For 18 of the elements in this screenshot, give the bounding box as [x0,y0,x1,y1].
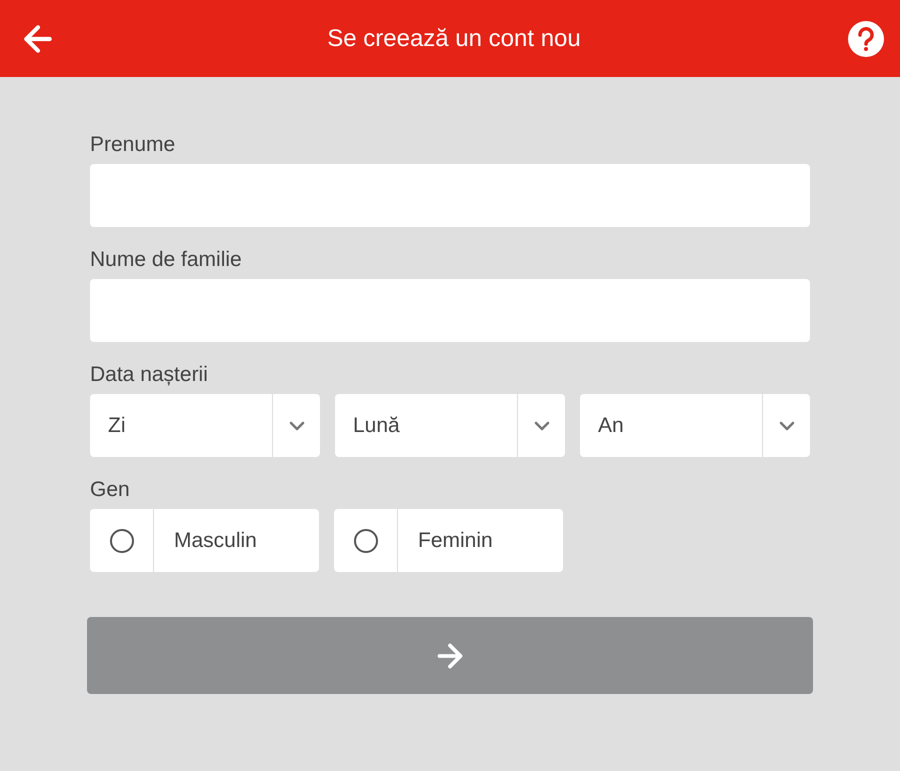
text-field[interactable] [90,279,810,342]
window-title: Se creează un cont nou [327,24,581,54]
radio-label: Masculin [173,528,257,554]
text-field[interactable] [90,164,810,227]
field-label: Data nașterii [90,362,209,388]
radio-button[interactable] [354,528,378,552]
dropdown-select[interactable]: Zi [90,394,320,457]
radio-button[interactable] [110,528,134,552]
radio-option[interactable]: Feminin [334,509,563,572]
radio-label: Feminin [417,528,493,554]
dropdown-select[interactable]: Lună [335,394,565,457]
help-button[interactable] [848,20,884,56]
field-label: Nume de familie [90,247,243,273]
help-icon [856,26,876,50]
field-label: Prenume [90,132,176,158]
field-label: Gen [90,477,131,503]
radio-option[interactable]: Masculin [90,509,319,572]
dropdown-select[interactable]: An [580,394,810,457]
